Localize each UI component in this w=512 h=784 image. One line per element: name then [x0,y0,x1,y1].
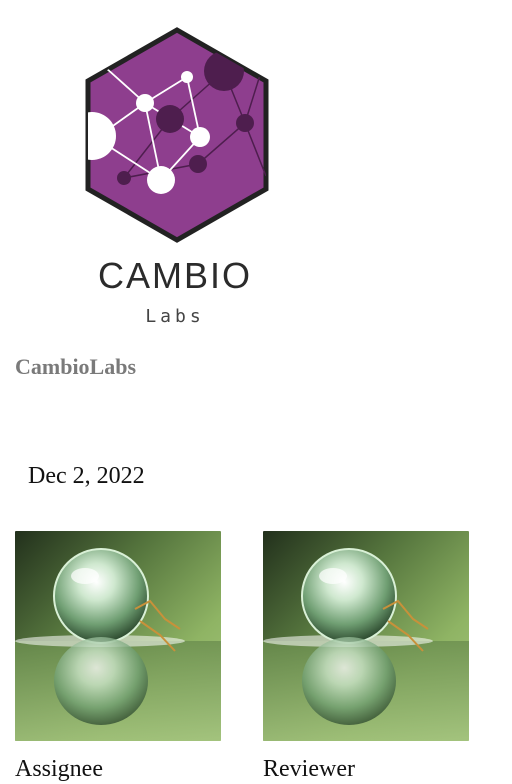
assignee-card: Assignee [15,531,222,784]
organization-name[interactable]: CambioLabs [15,354,136,380]
assignee-avatar[interactable] [15,531,221,741]
assignee-label: Assignee [15,756,103,782]
logo-wordmark: CAMBIO [97,255,252,296]
cambio-labs-logo: CAMBIO Labs [82,26,272,336]
reviewer-card: Reviewer [263,531,470,784]
date-label: Dec 2, 2022 [28,463,145,489]
logo-subtitle: Labs [145,306,205,327]
hexagon-network-logo-icon [85,27,269,243]
reviewer-label: Reviewer [263,756,355,782]
reviewer-avatar[interactable] [263,531,469,741]
